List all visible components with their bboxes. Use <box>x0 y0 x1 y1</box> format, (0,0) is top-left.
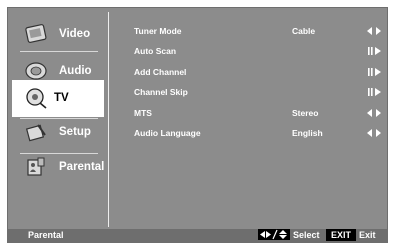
enter-arrow-icon[interactable] <box>367 66 381 78</box>
sidebar-item-label: Parental <box>59 161 105 173</box>
exit-label: Exit <box>359 230 376 240</box>
menu-row-tuner-mode[interactable]: Tuner Mode Cable <box>134 24 381 38</box>
enter-arrow-icon[interactable] <box>367 45 381 57</box>
sidebar-item-label: Setup <box>59 126 91 138</box>
menu-row-add-channel[interactable]: Add Channel <box>134 65 381 79</box>
menu-row-value: Cable <box>292 26 316 36</box>
sidebar-item-parental[interactable]: Parental <box>16 149 104 186</box>
exit-key: EXIT <box>326 229 356 241</box>
sidebar-item-label: TV <box>54 92 69 104</box>
status-title: Parental <box>28 230 64 240</box>
menu-row-name: Audio Language <box>134 128 201 138</box>
navigation-keys-icon <box>258 229 290 240</box>
sidebar-item-video[interactable]: Video <box>16 16 104 53</box>
menu-row-name: MTS <box>134 108 152 118</box>
audio-icon <box>25 62 47 80</box>
setup-icon <box>25 124 46 142</box>
menu-row-value: Stereo <box>292 108 319 118</box>
enter-arrow-icon[interactable] <box>367 86 381 98</box>
left-right-arrows-icon[interactable] <box>367 25 381 37</box>
sidebar-divider <box>20 51 98 52</box>
video-icon <box>25 24 47 43</box>
menu-row-mts[interactable]: MTS Stereo <box>134 106 381 120</box>
menu-row-value: English <box>292 128 323 138</box>
left-right-arrows-icon[interactable] <box>367 127 381 139</box>
sidebar: Video Audio TV Setup Parental <box>8 8 108 229</box>
menu-row-name: Add Channel <box>134 67 187 77</box>
sidebar-item-tv[interactable]: TV <box>12 80 104 117</box>
parental-icon <box>27 157 45 176</box>
menu-row-name: Auto Scan <box>134 46 177 56</box>
left-right-arrows-icon[interactable] <box>367 107 381 119</box>
sidebar-item-label: Video <box>59 28 91 40</box>
sidebar-item-label: Audio <box>59 65 92 77</box>
tv-icon <box>26 88 47 109</box>
status-bar: Parental Select EXIT Exit <box>8 229 387 242</box>
select-label: Select <box>293 230 320 240</box>
menu-row-audio-language[interactable]: Audio Language English <box>134 126 381 140</box>
menu-row-name: Channel Skip <box>134 87 188 97</box>
sidebar-item-setup[interactable]: Setup <box>16 114 104 151</box>
menu-row-name: Tuner Mode <box>134 26 182 36</box>
osd-menu-frame: Video Audio TV Setup Parental Tuner Mode… <box>7 7 388 243</box>
panel-divider <box>108 12 109 227</box>
menu-row-channel-skip[interactable]: Channel Skip <box>134 85 381 99</box>
menu-row-auto-scan[interactable]: Auto Scan <box>134 44 381 58</box>
